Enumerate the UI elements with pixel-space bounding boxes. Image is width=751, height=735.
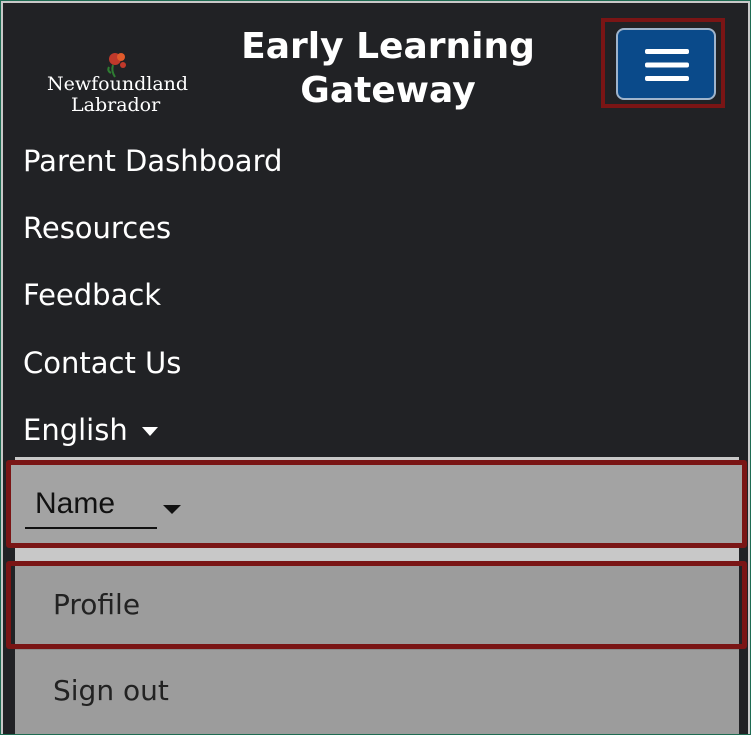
nav-link-feedback[interactable]: Feedback bbox=[23, 277, 161, 313]
caret-down-icon bbox=[141, 427, 158, 436]
page-title: Early Learning Gateway bbox=[241, 26, 535, 111]
navbar: Newfoundland Labrador Early Learning Gat… bbox=[3, 3, 748, 457]
nav-link-contact-us[interactable]: Contact Us bbox=[23, 345, 181, 381]
logo-text-labrador: Labrador bbox=[71, 94, 161, 116]
nav-link-resources[interactable]: Resources bbox=[23, 210, 171, 246]
menu-item-sign-out[interactable]: Sign out bbox=[53, 673, 169, 709]
account-name-field: Name bbox=[25, 483, 157, 529]
account-name-label: Name bbox=[35, 487, 116, 520]
logo-text-newfoundland: Newfoundland bbox=[47, 73, 189, 95]
language-label: English bbox=[23, 413, 128, 447]
screenshot-frame: Newfoundland Labrador Early Learning Gat… bbox=[0, 0, 751, 735]
nav-link-parent-dashboard[interactable]: Parent Dashboard bbox=[23, 143, 282, 179]
caret-down-icon bbox=[163, 505, 181, 514]
menu-divider bbox=[15, 649, 739, 650]
language-dropdown[interactable]: English bbox=[23, 412, 158, 448]
hamburger-menu-button[interactable] bbox=[616, 28, 716, 100]
menu-item-profile[interactable]: Profile bbox=[53, 587, 140, 623]
logo[interactable]: Newfoundland Labrador bbox=[41, 43, 188, 117]
account-dropdown-toggle[interactable]: Name bbox=[6, 460, 747, 548]
hamburger-icon bbox=[645, 49, 689, 81]
